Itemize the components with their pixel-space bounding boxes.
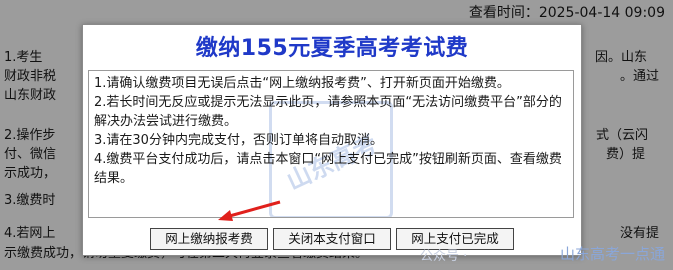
bg-text: 2.操作步 <box>4 128 56 143</box>
notice-box: 山东高考 1.请确认缴费项目无误后点击“网上缴纳报考费”、打开新页面开始缴费。 … <box>88 70 574 218</box>
bg-text: 山东财政 <box>4 88 57 103</box>
bg-text: 。通过 <box>620 69 660 84</box>
bg-text: 式（云闪 <box>596 128 649 143</box>
query-time: 查看时间：2025-04-14 09:09 <box>469 2 665 22</box>
red-arrow-icon <box>218 200 281 221</box>
bg-text: 3.缴费时 <box>4 193 56 208</box>
bg-text: 费）提 <box>606 147 646 162</box>
bg-text: 因。山东 <box>595 50 648 65</box>
pay-fee-button[interactable]: 网上缴纳报考费 <box>150 228 268 250</box>
query-time-value: 2025-04-14 09:09 <box>538 5 665 21</box>
bg-text: 财政非税 <box>4 69 57 84</box>
bg-text: 1.考生 <box>4 50 43 65</box>
payment-dialog: 缴纳155元夏季高考考试费 山东高考 1.请确认缴费项目无误后点击“网上缴纳报考… <box>82 24 582 256</box>
watermark-gzh: 公众号 · <box>420 249 468 264</box>
bg-text: 付、微信 <box>4 147 57 162</box>
bg-text: 4.若网上 <box>4 226 56 241</box>
close-payment-window-button[interactable]: 关闭本支付窗口 <box>273 228 391 250</box>
notice-item: 3.请在30分钟内完成支付，否则订单将自动取消。 <box>94 133 383 148</box>
notice-item: 1.请确认缴费项目无误后点击“网上缴纳报考费”、打开新页面开始缴费。 <box>94 76 510 91</box>
query-time-label: 查看时间： <box>468 5 539 21</box>
watermark-brand: 山东高考一点通 <box>559 245 665 263</box>
notice-list: 1.请确认缴费项目无误后点击“网上缴纳报考费”、打开新页面开始缴费。 2.若长时… <box>94 74 565 188</box>
dialog-title: 缴纳155元夏季高考考试费 <box>195 36 469 61</box>
notice-item: 4.缴费平台支付成功后，请点击本窗口“网上支付已完成”按钮刷新页面、查看缴费结果… <box>94 152 562 186</box>
bg-text: 示成功， <box>4 166 57 181</box>
bg-text: 没有提 <box>620 226 660 241</box>
notice-item: 2.若长时间无反应或提示无法显示此页，请参照本页面“无法访问缴费平台”部分的解决… <box>94 95 562 129</box>
